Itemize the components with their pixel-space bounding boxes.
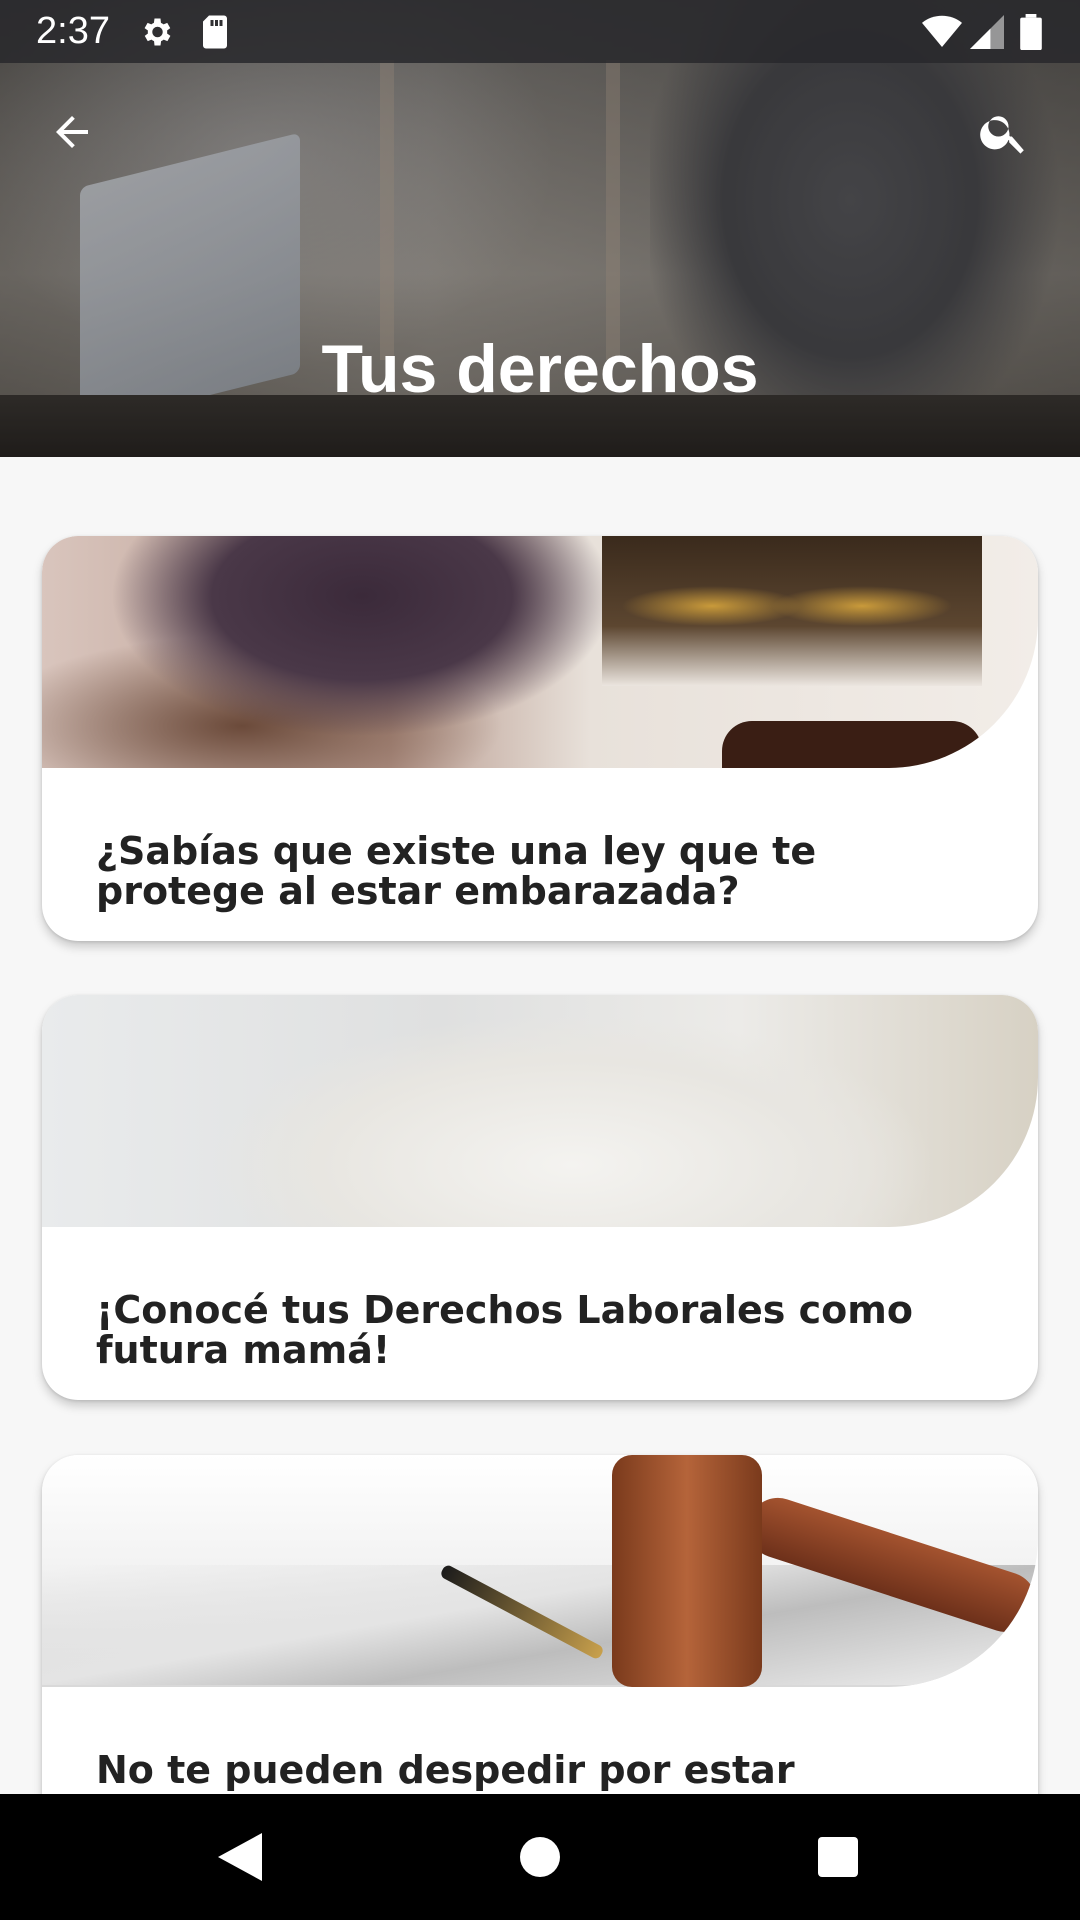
card-title: ¿Sabías que existe una ley que te proteg…: [96, 829, 817, 913]
system-nav-bar: [0, 1794, 1080, 1920]
article-card[interactable]: ¡Conocé tus Derechos Laborales como futu…: [42, 995, 1038, 1400]
card-image-pregnant-belly: [42, 995, 1038, 1227]
gear-icon: [138, 14, 174, 55]
card-title: No te pueden despedir por estar: [96, 1748, 795, 1792]
signal-icon: [970, 14, 1004, 55]
status-time: 2:37: [36, 10, 110, 52]
back-triangle-icon: [218, 1833, 262, 1881]
status-bar: 2:37: [0, 0, 1080, 63]
article-card[interactable]: ¿Sabías que existe una ley que te proteg…: [42, 536, 1038, 941]
back-button[interactable]: [40, 100, 104, 164]
card-title: ¡Conocé tus Derechos Laborales como futu…: [96, 1288, 913, 1372]
battery-icon: [1020, 14, 1042, 55]
search-icon: [980, 116, 1024, 154]
sd-card-icon: [198, 14, 232, 55]
search-button[interactable]: [972, 100, 1036, 164]
arrow-back-icon: [56, 116, 88, 148]
recents-square-icon: [818, 1837, 858, 1877]
nav-back-button[interactable]: [200, 1822, 280, 1892]
gavel: [722, 721, 982, 768]
scale-of-justice: [602, 536, 982, 686]
page-title: Tus derechos: [321, 331, 759, 407]
home-circle-icon: [520, 1837, 560, 1877]
card-image-pregnancy-law: [42, 536, 1038, 768]
nav-recents-button[interactable]: [798, 1822, 878, 1892]
card-image-gavel-book: [42, 1455, 1038, 1687]
nav-home-button[interactable]: [500, 1822, 580, 1892]
wifi-icon: [922, 14, 962, 55]
gavel-head: [612, 1455, 762, 1687]
